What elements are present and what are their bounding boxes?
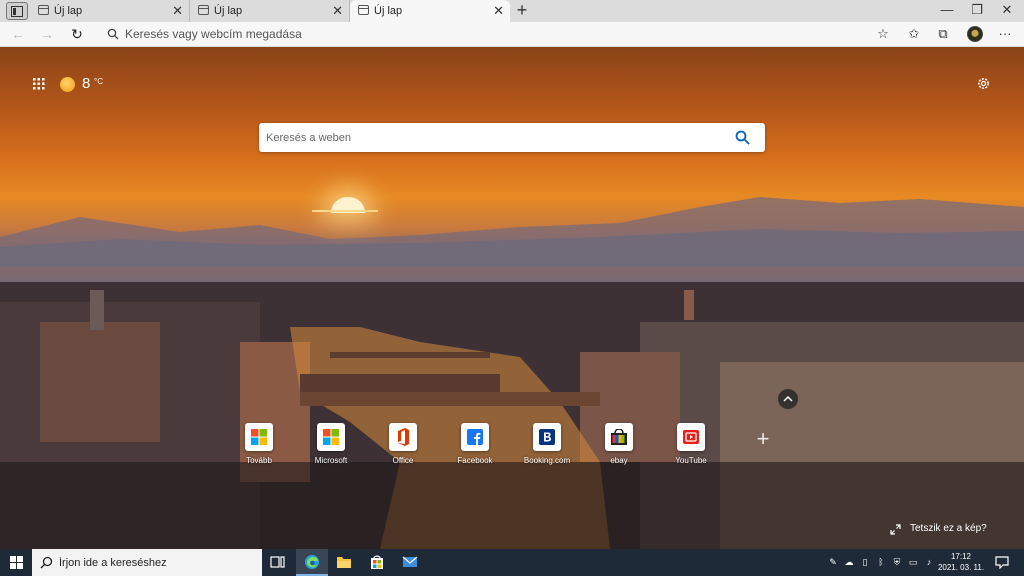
security-icon[interactable]: ⛨ — [891, 556, 903, 568]
taskbar-clock[interactable]: 17:12 2021. 03. 11. — [936, 551, 986, 573]
ebay-icon — [605, 423, 633, 451]
microsoft-icon — [245, 423, 273, 451]
quick-link-label: YouTube — [675, 456, 707, 465]
back-button[interactable]: ← — [6, 22, 30, 46]
quick-link-tovabb[interactable]: Tovább — [229, 423, 289, 465]
quick-link-facebook[interactable]: Facebook — [445, 423, 505, 465]
expand-icon — [890, 524, 901, 535]
tab-1[interactable]: Új lap ✕ — [30, 0, 190, 22]
store-icon — [371, 555, 383, 569]
quick-link-label: Microsoft — [314, 456, 348, 465]
chevron-up-icon — [783, 395, 793, 402]
quick-link-ebay[interactable]: ebay — [589, 423, 649, 465]
tab-2-close-icon[interactable]: ✕ — [332, 0, 343, 22]
search-icon[interactable] — [735, 130, 750, 145]
microsoft-icon — [317, 423, 345, 451]
address-input[interactable] — [125, 24, 865, 44]
taskbar-store[interactable] — [361, 549, 393, 576]
edge-icon — [305, 555, 319, 569]
tab-2-label: Új lap — [214, 5, 243, 17]
tab-2[interactable]: Új lap ✕ — [190, 0, 350, 22]
clock-date: 2021. 03. 11. — [937, 563, 985, 572]
taskbar-file-explorer[interactable] — [328, 549, 360, 576]
new-tab-button[interactable]: + — [512, 0, 532, 22]
facebook-icon — [461, 423, 489, 451]
tab-strip: Új lap ✕ Új lap ✕ Új lap ✕ + — ❐ ✕ — [0, 0, 1024, 22]
network-icon[interactable]: ▭ — [907, 556, 919, 568]
taskbar-search-input[interactable] — [59, 549, 249, 576]
add-favorite-icon[interactable]: ☆ — [874, 25, 892, 43]
task-view-icon — [270, 556, 285, 568]
clock-time: 17:12 — [950, 552, 972, 561]
tab-3[interactable]: Új lap ✕ — [350, 0, 510, 22]
taskbar-edge[interactable] — [296, 549, 328, 576]
taskbar-mail[interactable] — [394, 549, 426, 576]
taskbar: ✎ ☁ ▯ ᛒ ⛨ ▭ ♪ 17:12 2021. 03. 11. — [0, 549, 1024, 576]
sun-icon — [60, 77, 75, 92]
task-view-button[interactable] — [262, 549, 294, 576]
weather-unit: °C — [94, 77, 103, 86]
restore-button[interactable]: ❐ — [960, 0, 994, 22]
collapse-quick-links-button[interactable] — [778, 389, 798, 409]
new-tab-page-icon — [198, 5, 209, 15]
apps-grid-icon[interactable] — [33, 78, 45, 90]
tab-actions-button[interactable] — [6, 2, 28, 20]
quick-link-label: Facebook — [457, 456, 493, 465]
search-icon — [40, 556, 53, 569]
windows-logo-icon — [10, 556, 23, 569]
like-image-label: Tetszik ez a kép? — [910, 523, 987, 534]
more-options-icon[interactable]: ··· — [996, 25, 1014, 43]
search-icon — [107, 28, 119, 40]
address-bar[interactable] — [95, 24, 895, 44]
forward-button[interactable]: → — [35, 22, 59, 46]
new-tab-page-icon — [38, 5, 49, 15]
favorites-icon[interactable]: ✩ — [905, 25, 923, 43]
minimize-button[interactable]: — — [930, 0, 964, 22]
background-sun-glare — [312, 210, 378, 212]
weather-temperature: 8 — [82, 75, 91, 92]
web-search-box[interactable] — [259, 123, 765, 152]
profile-avatar[interactable] — [967, 26, 983, 42]
refresh-button[interactable]: ↻ — [65, 22, 89, 46]
quick-link-label: ebay — [610, 456, 628, 465]
start-button[interactable] — [0, 549, 32, 576]
quick-link-office[interactable]: Office — [373, 423, 433, 465]
new-tab-page-icon — [358, 5, 369, 15]
taskbar-search[interactable] — [32, 549, 262, 576]
quick-link-youtube[interactable]: YouTube — [661, 423, 721, 465]
tab-3-label: Új lap — [374, 5, 403, 17]
add-site-button[interactable]: + — [752, 428, 774, 451]
browser-toolbar: ← → ↻ ☆ ✩ ⧉ ··· — [0, 22, 1024, 47]
tab-actions-icon — [11, 6, 23, 17]
tab-3-close-icon[interactable]: ✕ — [493, 0, 504, 22]
tab-1-close-icon[interactable]: ✕ — [172, 0, 183, 22]
mail-icon — [402, 556, 418, 567]
background-city — [0, 282, 1024, 549]
quick-link-booking[interactable]: Booking.com — [517, 423, 577, 465]
quick-link-label: Booking.com — [523, 456, 571, 465]
quick-link-microsoft[interactable]: Microsoft — [301, 423, 361, 465]
gear-icon[interactable] — [976, 76, 991, 91]
new-tab-page: 8 °C Tovább Microsoft Office Facebook — [0, 47, 1024, 549]
cloud-icon[interactable]: ☁ — [843, 556, 855, 568]
close-window-button[interactable]: ✕ — [990, 0, 1024, 22]
tab-1-label: Új lap — [54, 5, 83, 17]
notification-center-icon[interactable] — [995, 555, 1009, 569]
volume-icon[interactable]: ♪ — [923, 556, 935, 568]
battery-icon[interactable]: ▯ — [859, 556, 871, 568]
office-icon — [389, 423, 417, 451]
folder-icon — [337, 557, 351, 568]
pen-workspace-icon[interactable]: ✎ — [827, 556, 839, 568]
booking-icon — [533, 423, 561, 451]
quick-link-label: Tovább — [246, 456, 272, 465]
bluetooth-icon[interactable]: ᛒ — [875, 556, 887, 568]
collections-icon[interactable]: ⧉ — [934, 25, 952, 43]
web-search-input[interactable] — [266, 123, 726, 152]
youtube-icon — [677, 423, 705, 451]
quick-link-label: Office — [392, 456, 414, 465]
background-mountains — [0, 197, 1024, 267]
